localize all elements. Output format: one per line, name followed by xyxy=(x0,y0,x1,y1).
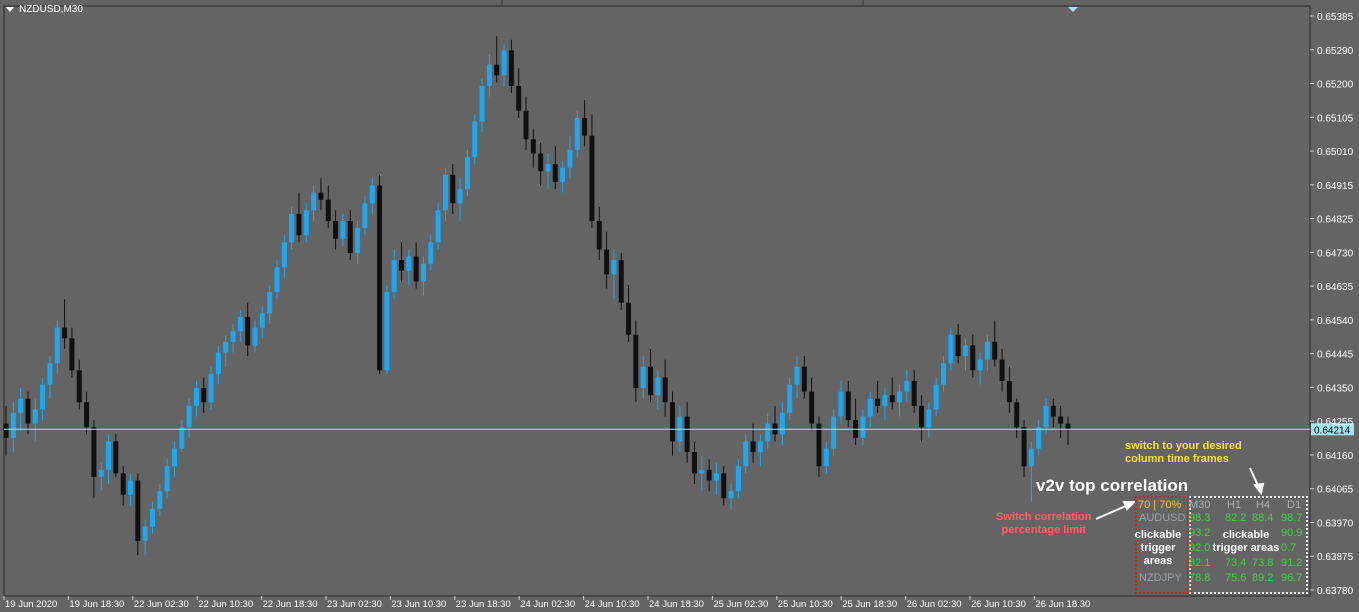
chart-menu-icon[interactable] xyxy=(6,7,14,12)
time-tick-label: 26 Jun 02:30 xyxy=(907,599,962,610)
price-tick-label: 0.64540 xyxy=(1317,316,1354,327)
time-tick-label: 19 Jun 18:30 xyxy=(69,599,124,610)
correlation-value: 91.2 xyxy=(1281,557,1303,569)
candle xyxy=(472,114,478,165)
time-tick-label: 24 Jun 18:30 xyxy=(649,599,704,610)
percentage-limit-label[interactable]: 70 | 70% xyxy=(1138,499,1181,511)
annotation-trigger-left: clickable trigger areas xyxy=(1134,529,1182,567)
correlation-value: 82.1 xyxy=(1189,557,1211,569)
correlation-value: 88.4 xyxy=(1252,512,1274,524)
price-tick-label: 0.63875 xyxy=(1317,552,1354,563)
candle xyxy=(384,285,390,374)
annotation-trigger-right: clickable trigger areas xyxy=(1212,529,1280,554)
time-tick-label: 26 Jun 10:30 xyxy=(971,599,1026,610)
symbol-timeframe-title: NZDUSD,M30 xyxy=(19,4,83,15)
price-tick-label: 0.65200 xyxy=(1317,80,1354,91)
correlation-value: 75.6 xyxy=(1225,572,1247,584)
correlation-value: 98.7 xyxy=(1281,512,1303,524)
column-header-d1[interactable]: D1 xyxy=(1287,499,1301,511)
correlation-value: 78.8 xyxy=(1189,572,1211,584)
indicator-title: v2v top correlation xyxy=(1036,476,1189,495)
price-tick-label: 0.64825 xyxy=(1317,215,1354,226)
price-tick-label: 0.64445 xyxy=(1317,350,1354,361)
candle xyxy=(618,253,624,310)
correlation-value: 82.2 xyxy=(1225,512,1247,524)
time-tick-label: 25 Jun 18:30 xyxy=(842,599,897,610)
time-tick-label: 23 Jun 10:30 xyxy=(391,599,446,610)
time-tick-label: 22 Jun 02:30 xyxy=(134,599,189,610)
time-tick-label: 23 Jun 02:30 xyxy=(327,599,382,610)
time-tick-label: 23 Jun 18:30 xyxy=(456,599,511,610)
time-axis[interactable]: 19 Jun 2020 19 Jun 18:30 22 Jun 02:30 22 Ju… xyxy=(3,596,1090,610)
price-tick-label: 0.64065 xyxy=(1317,485,1354,496)
candle xyxy=(377,174,383,374)
column-header-h1[interactable]: H1 xyxy=(1227,499,1241,511)
time-tick-label: 24 Jun 10:30 xyxy=(585,599,640,610)
time-tick-label: 19 Jun 2020 xyxy=(5,599,57,610)
price-tick-label: 0.64350 xyxy=(1317,383,1354,394)
price-tick-label: 0.65290 xyxy=(1317,46,1354,57)
price-tick-label: 0.64915 xyxy=(1317,181,1354,192)
time-tick-label: 26 Jun 18:30 xyxy=(1035,599,1090,610)
correlation-value: 73.4 xyxy=(1225,557,1247,569)
correlation-symbol: NZDJPY xyxy=(1139,572,1182,584)
column-header-m30[interactable]: M30 xyxy=(1189,499,1210,511)
correlation-value: 89.2 xyxy=(1252,572,1274,584)
price-tick-label: 0.64730 xyxy=(1317,248,1354,259)
time-tick-label: 22 Jun 18:30 xyxy=(263,599,318,610)
price-tick-label: 0.64635 xyxy=(1317,282,1354,293)
price-tick-label: 0.65385 xyxy=(1317,12,1354,23)
correlation-value: 98.3 xyxy=(1189,512,1211,524)
annotation-switch-percentage: Switch correlation percentage limit xyxy=(996,511,1092,536)
column-header-h4[interactable]: H4 xyxy=(1256,499,1270,511)
price-tick-label: 0.63970 xyxy=(1317,518,1354,529)
time-tick-label: 25 Jun 10:30 xyxy=(778,599,833,610)
time-tick-label: 24 Jun 02:30 xyxy=(520,599,575,610)
correlation-value: 73.8 xyxy=(1252,557,1274,569)
price-tick-label: 0.64160 xyxy=(1317,451,1354,462)
correlation-value: 96.7 xyxy=(1281,572,1303,584)
price-tick-label: 0.65105 xyxy=(1317,113,1354,124)
time-tick-label: 22 Jun 10:30 xyxy=(198,599,253,610)
annotation-switch-timeframes: switch to your desired column time frame… xyxy=(1125,440,1242,465)
time-tick-label: 25 Jun 02:30 xyxy=(713,599,768,610)
price-tick-label: 0.63780 xyxy=(1317,586,1354,597)
price-tick-label: 0.65010 xyxy=(1317,147,1354,158)
price-tick-label: 0.64255 xyxy=(1317,417,1354,428)
correlation-symbol: AUDUSD xyxy=(1139,512,1186,524)
